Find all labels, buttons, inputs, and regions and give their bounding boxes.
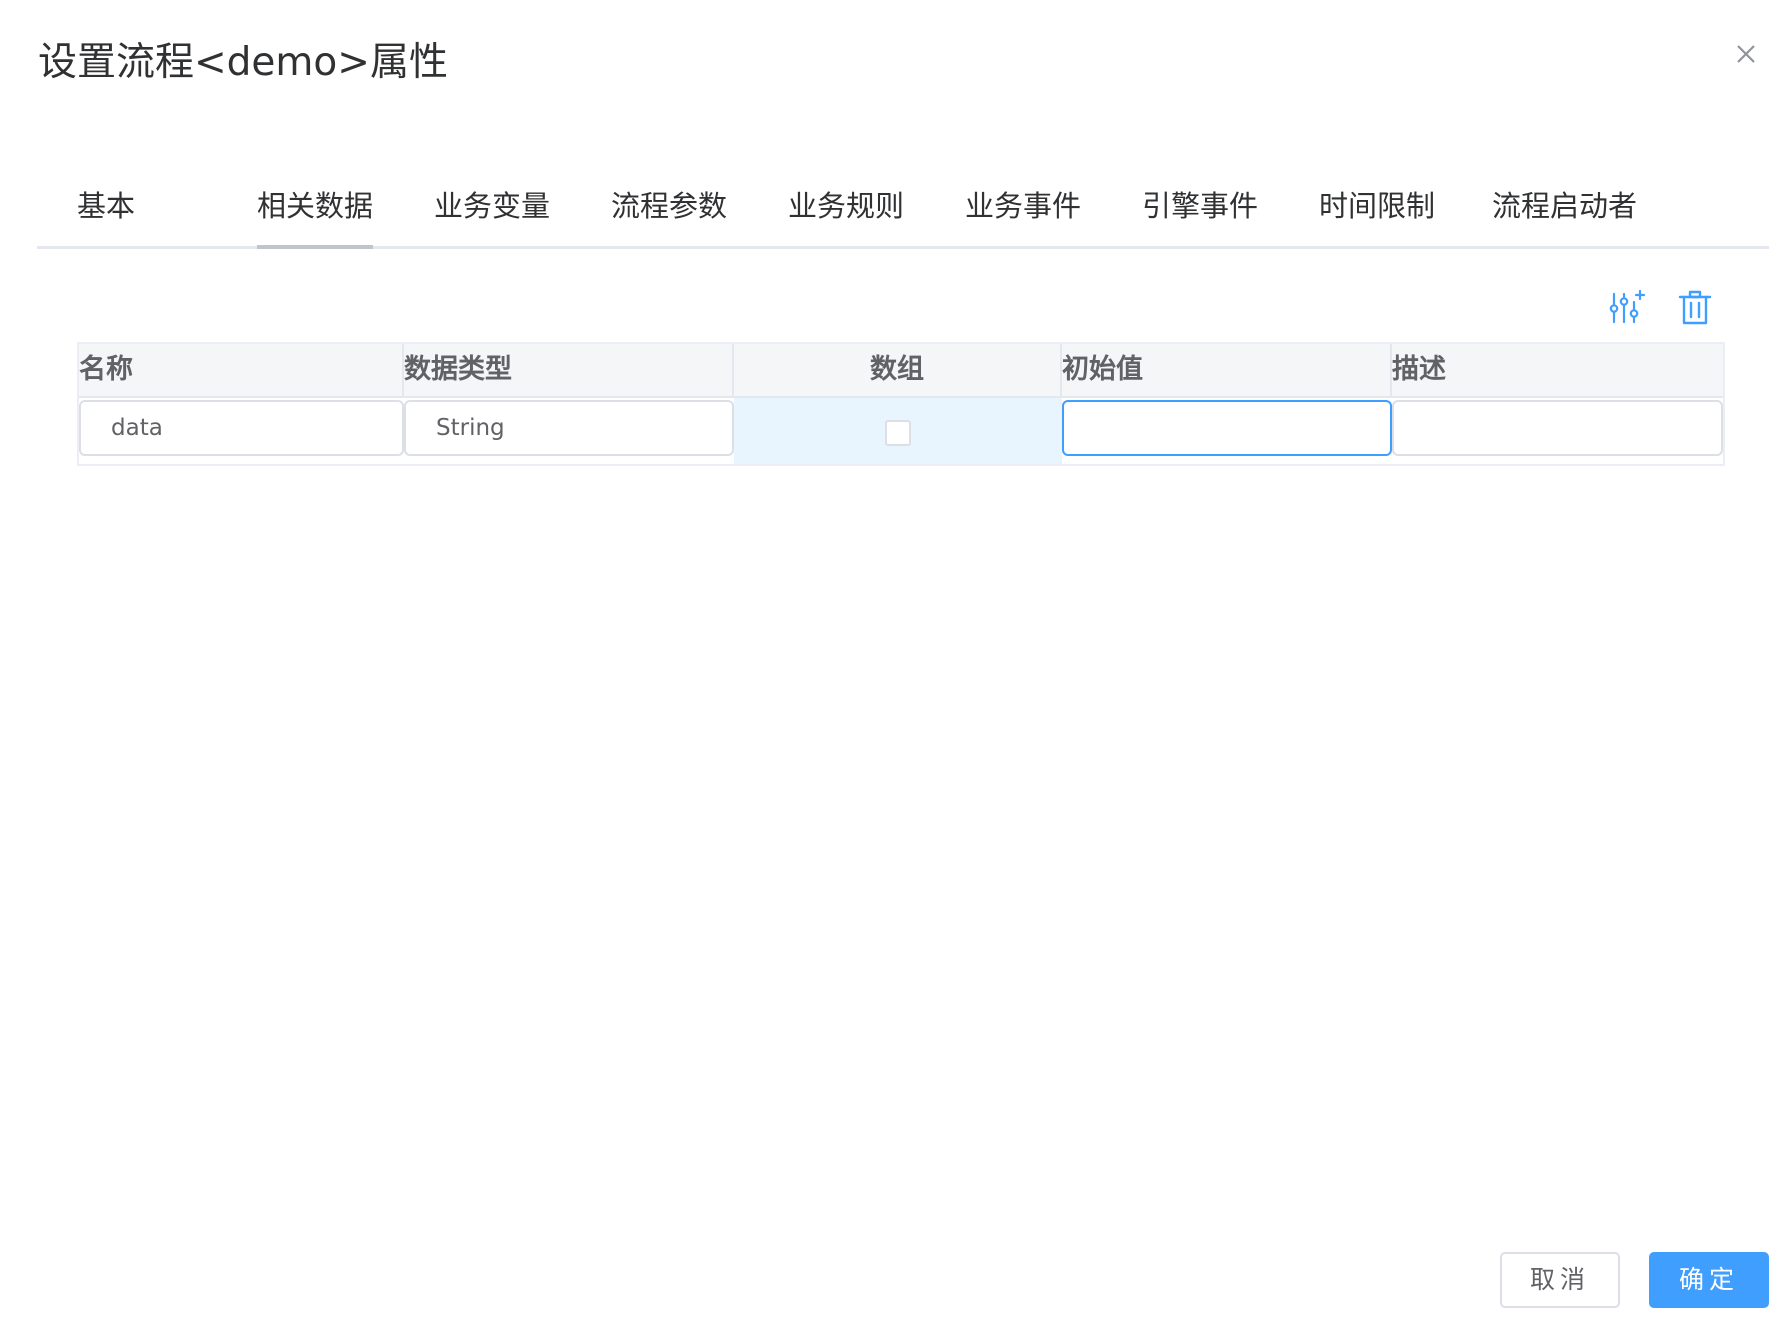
data-type-cell: String xyxy=(404,398,734,464)
confirm-button[interactable]: 确定 xyxy=(1649,1252,1769,1308)
tab-related-data[interactable]: 相关数据 xyxy=(257,180,374,249)
column-header-name: 名称 xyxy=(79,344,404,396)
tab-business-events[interactable]: 业务事件 xyxy=(965,180,1081,246)
cancel-button[interactable]: 取消 xyxy=(1500,1252,1620,1308)
column-header-initial-value: 初始值 xyxy=(1062,344,1392,396)
description-input[interactable] xyxy=(1392,400,1723,456)
column-header-description: 描述 xyxy=(1392,354,1446,385)
dialog-title: 设置流程<demo>属性 xyxy=(38,40,448,85)
initial-value-input[interactable] xyxy=(1062,400,1392,456)
tab-business-variables[interactable]: 业务变量 xyxy=(434,180,550,246)
tab-business-rules[interactable]: 业务规则 xyxy=(788,180,904,246)
column-header-array: 数组 xyxy=(734,344,1062,396)
properties-dialog: 设置流程<demo>属性 基本 相关数据 业务变量 流程参数 业务规则 业务事件… xyxy=(0,0,1792,1333)
close-icon[interactable] xyxy=(1730,38,1762,70)
tab-time-limit[interactable]: 时间限制 xyxy=(1319,180,1435,246)
description-cell xyxy=(1392,398,1723,464)
table-header: 名称 数据类型 数组 初始值 描述 xyxy=(79,344,1723,398)
name-cell: data xyxy=(79,398,404,464)
column-header-data-type: 数据类型 xyxy=(404,344,734,396)
trash-icon[interactable] xyxy=(1675,288,1715,328)
tab-bar: 基本 相关数据 业务变量 流程参数 业务规则 业务事件 引擎事件 时间限制 流程… xyxy=(37,180,1769,249)
tab-engine-events[interactable]: 引擎事件 xyxy=(1142,180,1258,246)
name-input[interactable]: data xyxy=(79,400,404,456)
sliders-add-icon[interactable] xyxy=(1607,288,1647,328)
tab-basic[interactable]: 基本 xyxy=(77,180,135,246)
initial-value-cell xyxy=(1062,398,1392,464)
array-cell xyxy=(734,398,1062,464)
table-row[interactable]: data String xyxy=(79,398,1723,464)
related-data-table: 名称 数据类型 数组 初始值 描述 data String xyxy=(77,342,1725,466)
array-checkbox[interactable] xyxy=(885,420,911,446)
tab-process-starter[interactable]: 流程启动者 xyxy=(1492,180,1637,246)
data-type-input[interactable]: String xyxy=(404,400,734,456)
tab-process-parameters[interactable]: 流程参数 xyxy=(611,180,727,246)
